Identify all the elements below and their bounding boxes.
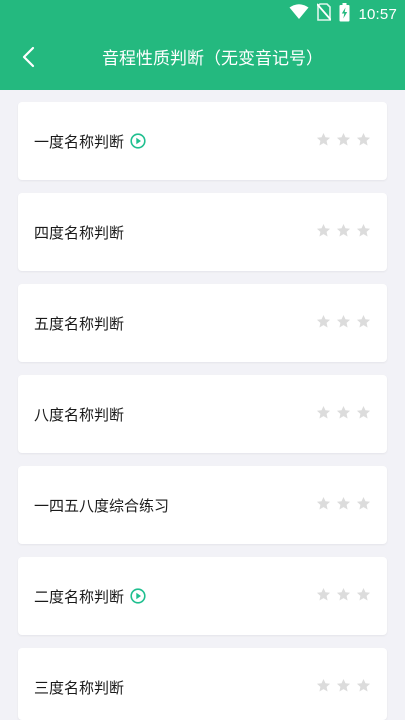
star-icon — [316, 223, 331, 242]
star-icon — [336, 587, 351, 606]
list-item-left: 三度名称判断 — [34, 648, 124, 720]
list-item-label: 八度名称判断 — [34, 405, 125, 424]
star-icon — [356, 496, 371, 515]
list-item[interactable]: 五度名称判断 — [18, 284, 387, 362]
exercise-list: 一度名称判断 四度名称判断 五度名称判断 八度名称判断 一四五八度综合练习 二度… — [0, 90, 405, 720]
list-item-left: 二度名称判断 — [34, 557, 146, 635]
star-icon — [316, 314, 331, 333]
list-item-label: 三度名称判断 — [34, 678, 125, 697]
list-item-label: 四度名称判断 — [34, 223, 125, 242]
star-icon — [316, 587, 331, 606]
play-video-icon[interactable] — [130, 133, 146, 149]
list-item-left: 一度名称判断 — [34, 102, 146, 180]
star-icon — [316, 405, 331, 424]
chevron-left-icon — [21, 46, 35, 72]
star-rating — [316, 557, 371, 635]
star-icon — [336, 405, 351, 424]
star-icon — [356, 405, 371, 424]
status-icons: 10:57 — [289, 0, 397, 28]
list-item-left: 五度名称判断 — [34, 284, 124, 362]
play-video-icon[interactable] — [130, 588, 146, 604]
list-item[interactable]: 三度名称判断 — [18, 648, 387, 720]
star-icon — [336, 132, 351, 151]
star-rating — [316, 102, 371, 180]
star-icon — [356, 314, 371, 333]
star-icon — [336, 496, 351, 515]
no-sim-icon — [316, 3, 333, 25]
star-icon — [316, 678, 331, 697]
wifi-icon — [289, 4, 309, 24]
battery-charging-icon — [339, 2, 350, 26]
star-icon — [356, 223, 371, 242]
star-rating — [316, 193, 371, 271]
star-rating — [316, 466, 371, 544]
back-button[interactable] — [8, 39, 48, 79]
list-item[interactable]: 一度名称判断 — [18, 102, 387, 180]
list-item[interactable]: 二度名称判断 — [18, 557, 387, 635]
list-item-left: 八度名称判断 — [34, 375, 124, 453]
list-item[interactable]: 八度名称判断 — [18, 375, 387, 453]
app-bar: 音程性质判断（无变音记号） — [0, 28, 405, 90]
list-item-label: 一四五八度综合练习 — [34, 496, 170, 515]
star-rating — [316, 648, 371, 720]
star-icon — [356, 678, 371, 697]
star-rating — [316, 284, 371, 362]
list-item-label: 一度名称判断 — [34, 132, 125, 151]
page-title: 音程性质判断（无变音记号） — [102, 49, 323, 69]
list-item-label: 二度名称判断 — [34, 587, 125, 606]
star-icon — [316, 132, 331, 151]
star-icon — [316, 496, 331, 515]
list-item-left: 四度名称判断 — [34, 193, 124, 271]
list-item-left: 一四五八度综合练习 — [34, 466, 169, 544]
star-icon — [356, 132, 371, 151]
star-rating — [316, 375, 371, 453]
list-item-label: 五度名称判断 — [34, 314, 125, 333]
star-icon — [336, 223, 351, 242]
star-icon — [356, 587, 371, 606]
status-time: 10:57 — [358, 5, 397, 23]
list-item[interactable]: 四度名称判断 — [18, 193, 387, 271]
star-icon — [336, 314, 351, 333]
list-item[interactable]: 一四五八度综合练习 — [18, 466, 387, 544]
status-bar: 10:57 — [0, 0, 405, 28]
star-icon — [336, 678, 351, 697]
